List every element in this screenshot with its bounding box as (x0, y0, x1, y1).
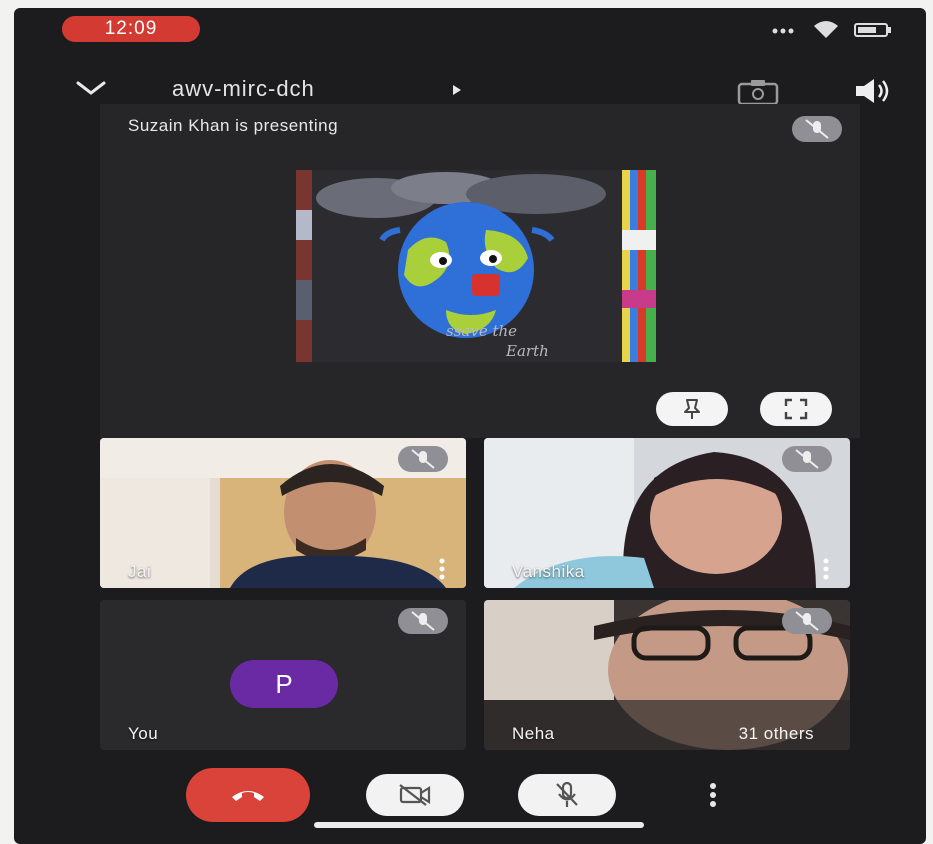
participant-tile-vanshika[interactable]: Vanshika (484, 438, 850, 588)
more-vert-icon[interactable] (708, 782, 718, 808)
meeting-details-arrow-icon[interactable] (452, 84, 462, 96)
earth-drawing-image: ssave the Earth (296, 170, 656, 362)
avatar: P (230, 660, 338, 708)
end-call-icon (232, 791, 264, 801)
pin-button[interactable] (656, 392, 728, 426)
svg-text:ssave the: ssave the (446, 322, 517, 340)
participant-tile-jai[interactable]: Jai (100, 438, 466, 588)
battery-icon (854, 23, 891, 37)
home-indicator[interactable] (314, 822, 644, 828)
participant-name: Jai (128, 562, 152, 581)
others-count[interactable]: 31 others (739, 724, 814, 744)
status-bar: 12:09 (14, 8, 926, 48)
switch-camera-icon[interactable] (736, 78, 780, 106)
presenter-label: Suzain Khan is presenting (128, 116, 339, 135)
camera-toggle-button[interactable] (366, 774, 464, 816)
speaker-icon[interactable] (852, 76, 894, 106)
participant-name: Vanshika (512, 562, 585, 581)
status-time: 12:09 (62, 16, 200, 42)
mic-toggle-button[interactable] (518, 774, 616, 816)
status-icons (772, 20, 894, 40)
meeting-code[interactable]: awv-mirc-dch (172, 76, 315, 102)
call-controls (14, 768, 926, 828)
mic-off-icon (792, 116, 842, 142)
chevron-down-icon[interactable] (74, 78, 108, 98)
mic-off-icon (398, 446, 448, 472)
mic-off-icon (782, 608, 832, 634)
participant-tile-neha[interactable]: Neha 31 others (484, 600, 850, 750)
participant-name: Neha (512, 724, 555, 743)
fullscreen-icon (784, 398, 808, 420)
phone-screen: 12:09 awv-mirc-dch Suzain Khan is presen… (14, 8, 926, 844)
participant-tile-you[interactable]: P You (100, 600, 466, 750)
more-vert-icon[interactable] (438, 558, 446, 580)
mic-off-icon (782, 446, 832, 472)
presentation-area[interactable]: Suzain Khan is presenting ssave the Eart… (100, 104, 860, 438)
camera-off-icon (399, 784, 431, 806)
wifi-icon (814, 21, 838, 38)
more-vert-icon[interactable] (822, 558, 830, 580)
mic-off-icon (556, 781, 578, 807)
pin-icon (684, 399, 700, 419)
shared-screen-drawing: ssave the Earth (296, 170, 656, 362)
participant-name: You (128, 724, 159, 743)
end-call-button[interactable] (186, 768, 310, 822)
mic-off-icon (398, 608, 448, 634)
svg-text:Earth: Earth (505, 342, 549, 360)
signal-dots-icon (772, 28, 794, 34)
fullscreen-button[interactable] (760, 392, 832, 426)
